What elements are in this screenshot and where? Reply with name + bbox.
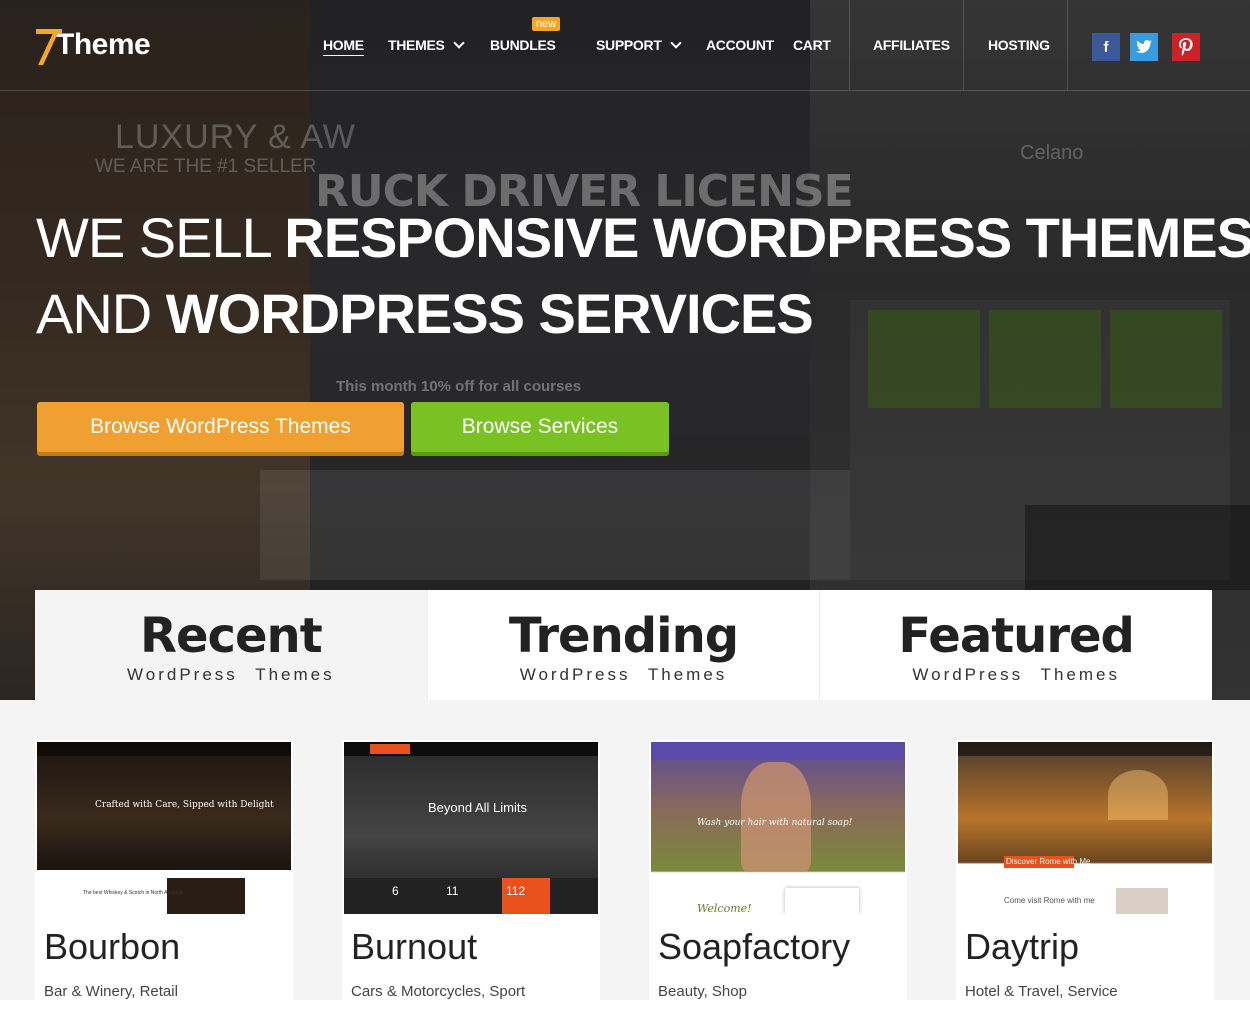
theme-thumbnail-burnout[interactable]: Beyond All Limits 6 11 112: [344, 742, 598, 914]
chevron-down-icon: [669, 37, 682, 49]
bourbon-tagline: Crafted with Care, Sipped with Delight: [95, 800, 274, 810]
bourbon-note: The best Whiskey & Scotch in North Ameri…: [83, 890, 183, 896]
tab-featured-title: Featured: [898, 608, 1134, 664]
theme-grid: Crafted with Care, Sipped with Delight T…: [0, 700, 1250, 1010]
theme-name[interactable]: Soapfactory: [658, 926, 850, 968]
tab-trending-title: Trending: [508, 608, 739, 664]
pinterest-icon[interactable]: [1172, 33, 1200, 61]
menu-item-themes[interactable]: THEMES: [388, 37, 465, 53]
soapfactory-tagline: Wash your hair with natural soap!: [697, 818, 853, 828]
tab-recent[interactable]: Recent WordPress Themes: [35, 590, 427, 700]
theme-categories: Hotel & Travel, Service: [965, 983, 1118, 1000]
burnout-stat-3: 112: [506, 884, 526, 898]
logo-text: Theme: [56, 28, 151, 61]
burnout-stat-1: 6: [392, 884, 399, 898]
menu-item-bundles[interactable]: BUNDLES: [490, 37, 556, 53]
soapfactory-note: Welcome!: [697, 902, 752, 914]
burnout-stat-2: 11: [446, 884, 459, 898]
tab-featured-subtitle: WordPress Themes: [912, 665, 1120, 684]
menu-item-cart[interactable]: CART: [793, 37, 831, 53]
theme-name[interactable]: Burnout: [351, 926, 477, 968]
tab-featured[interactable]: Featured WordPress Themes: [819, 590, 1213, 700]
hero-line2-thin: AND: [36, 282, 152, 345]
bg-text-seller: WE ARE THE #1 SELLER: [95, 156, 317, 177]
theme-card-soapfactory[interactable]: Wash your hair with natural soap! Welcom…: [649, 740, 907, 1010]
theme-name[interactable]: Daytrip: [965, 926, 1079, 968]
theme-categories: Cars & Motorcycles, Sport: [351, 983, 526, 1000]
bg-text-luxury: LUXURY & AW: [115, 118, 356, 156]
hero-headline-line2: AND WORDPRESS SERVICES: [36, 286, 814, 342]
theme-card-daytrip[interactable]: Discover Rome with Me Come visit Rome wi…: [956, 740, 1214, 1010]
new-badge: new: [532, 17, 561, 31]
theme-categories: Bar & Winery, Retail: [44, 983, 178, 1000]
theme-thumbnail-soapfactory[interactable]: Wash your hair with natural soap! Welcom…: [651, 742, 905, 914]
browse-services-button[interactable]: Browse Services: [411, 402, 669, 452]
browse-themes-button[interactable]: Browse WordPress Themes: [37, 402, 404, 452]
menu-item-themes-label: THEMES: [388, 37, 445, 53]
hero-line2-bold: WORDPRESS SERVICES: [165, 282, 814, 345]
menu-item-support[interactable]: SUPPORT: [596, 37, 682, 53]
bg-text-celano: Celano: [1020, 142, 1084, 164]
menu-item-home[interactable]: HOME: [323, 37, 364, 56]
hero-line1-thin: WE SELL: [36, 206, 271, 269]
menu-item-affiliates[interactable]: AFFILIATES: [873, 37, 950, 53]
menu-item-support-label: SUPPORT: [596, 37, 662, 53]
theme-thumbnail-daytrip[interactable]: Discover Rome with Me Come visit Rome wi…: [958, 742, 1212, 914]
facebook-icon[interactable]: f: [1092, 33, 1120, 61]
top-navigation: Theme HOME THEMES BUNDLES SUPPORT ACCOUN…: [0, 0, 1250, 91]
logo-seven-icon: [36, 25, 62, 65]
menu-item-account[interactable]: ACCOUNT: [706, 37, 774, 53]
menu-item-hosting[interactable]: HOSTING: [988, 37, 1050, 53]
twitter-icon[interactable]: [1130, 33, 1158, 61]
hero-line1-bold: RESPONSIVE WORDPRESS THEMES: [284, 206, 1250, 269]
daytrip-tagline: Discover Rome with Me: [1006, 857, 1091, 866]
bg-text-discount: This month 10% off for all courses: [336, 378, 582, 395]
tab-trending-subtitle: WordPress Themes: [519, 665, 728, 684]
hero-headline-line1: WE SELL RESPONSIVE WORDPRESS THEMES: [36, 210, 1250, 266]
theme-card-burnout[interactable]: Beyond All Limits 6 11 112 Burnout Cars …: [342, 740, 600, 1010]
daytrip-note: Come visit Rome with me: [1004, 896, 1095, 905]
tab-recent-title: Recent: [140, 608, 323, 664]
burnout-tagline: Beyond All Limits: [428, 800, 527, 815]
theme-card-bourbon[interactable]: Crafted with Care, Sipped with Delight T…: [35, 740, 293, 1010]
chevron-down-icon: [452, 37, 465, 49]
theme-thumbnail-bourbon[interactable]: Crafted with Care, Sipped with Delight T…: [37, 742, 291, 914]
theme-category-tabs: Recent WordPress Themes Trending WordPre…: [35, 590, 1213, 700]
tab-trending[interactable]: Trending WordPress Themes: [426, 590, 820, 700]
site-logo[interactable]: Theme: [36, 22, 151, 68]
theme-name[interactable]: Bourbon: [44, 926, 180, 968]
tab-recent-subtitle: WordPress Themes: [127, 665, 335, 684]
theme-categories: Beauty, Shop: [658, 983, 747, 1000]
